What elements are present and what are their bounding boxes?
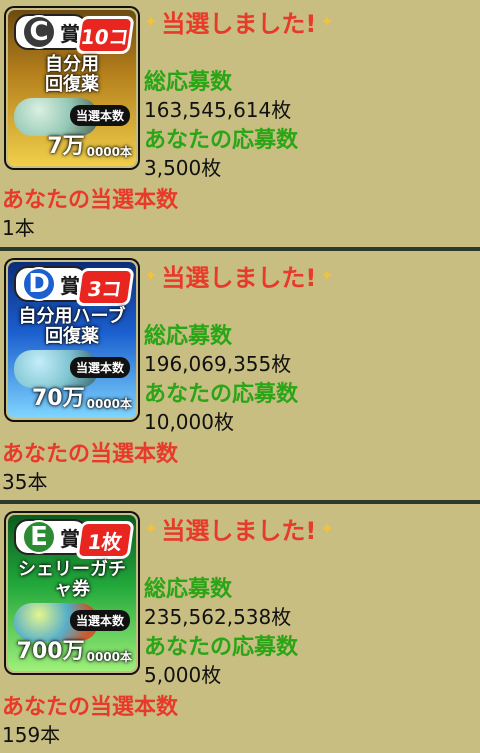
total-entries-label: 総応募数 [144, 324, 233, 349]
prize-count-text: 10コ [79, 24, 131, 49]
rank-letter: E [22, 520, 56, 554]
sparkle-icon: ✦ [320, 519, 334, 538]
your-wins-value: 159本 [2, 723, 61, 747]
section-divider [0, 247, 480, 251]
total-entries-value: 196,069,355枚 [144, 352, 292, 376]
prize-ticket-c: C 賞 10コ 自分用 回復薬 当選本数 7万 0000本 [4, 6, 140, 170]
sparkle-icon: ✦ [320, 12, 334, 31]
prize-quantity-value: 700万 [16, 639, 85, 664]
prize-title: 自分用 回復薬 [45, 54, 99, 95]
your-entries-label: あなたの応募数 [144, 635, 299, 660]
sparkle-icon: ✦ [320, 266, 334, 285]
prize-quantity: 700万 0000本 [12, 635, 132, 665]
your-entries-label: あなたの応募数 [144, 382, 299, 407]
winner-headline: ✦ 当選しました! ✦ [144, 4, 334, 39]
your-entries-value: 5,000枚 [144, 663, 222, 687]
lottery-result-e: E 賞 1枚 シェリーガチャ券 当選本数 700万 0000本 ✦ 当選しました… [0, 505, 480, 753]
winner-headline-text: 当選しました! [161, 264, 317, 292]
total-entries-value: 235,562,538枚 [144, 605, 292, 629]
your-wins-label: あなたの当選本数 [2, 188, 179, 213]
winner-headline-text: 当選しました! [161, 10, 317, 38]
winner-headline-text: 当選しました! [161, 517, 317, 545]
rank-letter: D [22, 267, 56, 301]
prize-label: 当選本数 [69, 357, 130, 378]
prize-quantity-value: 7万 [47, 134, 85, 159]
lottery-result-c: C 賞 10コ 自分用 回復薬 当選本数 7万 0000本 ✦ 当選しました! … [0, 0, 480, 247]
prize-count-text: 1枚 [86, 529, 124, 554]
prize-ticket-d: D 賞 3コ 自分用ハーブ 回復薬 当選本数 70万 0000本 [4, 258, 140, 422]
prize-title: シェリーガチャ券 [18, 559, 126, 600]
prize-quantity: 7万 0000本 [12, 130, 132, 160]
sparkle-icon: ✦ [144, 266, 158, 285]
prize-label: 当選本数 [69, 610, 130, 631]
prize-quantity-tail: 0000本 [86, 397, 132, 411]
your-wins-label: あなたの当選本数 [2, 695, 179, 720]
prize-quantity-value: 70万 [31, 386, 85, 411]
lottery-result-d: D 賞 3コ 自分用ハーブ 回復薬 当選本数 70万 0000本 ✦ 当選しまし… [0, 252, 480, 500]
sparkle-icon: ✦ [144, 12, 158, 31]
total-entries-label: 総応募数 [144, 577, 233, 602]
section-divider [0, 500, 480, 504]
prize-count: 1枚 [75, 521, 135, 559]
your-entries-value: 3,500枚 [144, 156, 222, 180]
total-entries-value: 163,545,614枚 [144, 98, 292, 122]
winner-headline: ✦ 当選しました! ✦ [144, 511, 334, 546]
prize-title: 自分用ハーブ 回復薬 [18, 306, 126, 347]
prize-quantity: 70万 0000本 [12, 382, 132, 412]
winner-headline: ✦ 当選しました! ✦ [144, 258, 334, 293]
total-entries-label: 総応募数 [144, 70, 233, 95]
sparkle-icon: ✦ [144, 519, 158, 538]
prize-quantity-tail: 0000本 [86, 145, 132, 159]
your-wins-value: 35本 [2, 470, 48, 494]
prize-count-text: 3コ [86, 276, 124, 301]
prize-count: 3コ [75, 268, 135, 306]
prize-quantity-tail: 0000本 [86, 650, 132, 664]
your-entries-label: あなたの応募数 [144, 128, 299, 153]
prize-label: 当選本数 [69, 105, 130, 126]
rank-letter: C [22, 15, 56, 49]
your-wins-label: あなたの当選本数 [2, 442, 179, 467]
prize-ticket-e: E 賞 1枚 シェリーガチャ券 当選本数 700万 0000本 [4, 511, 140, 675]
your-entries-value: 10,000枚 [144, 410, 234, 434]
prize-count: 10コ [75, 16, 135, 54]
your-wins-value: 1本 [2, 216, 35, 240]
